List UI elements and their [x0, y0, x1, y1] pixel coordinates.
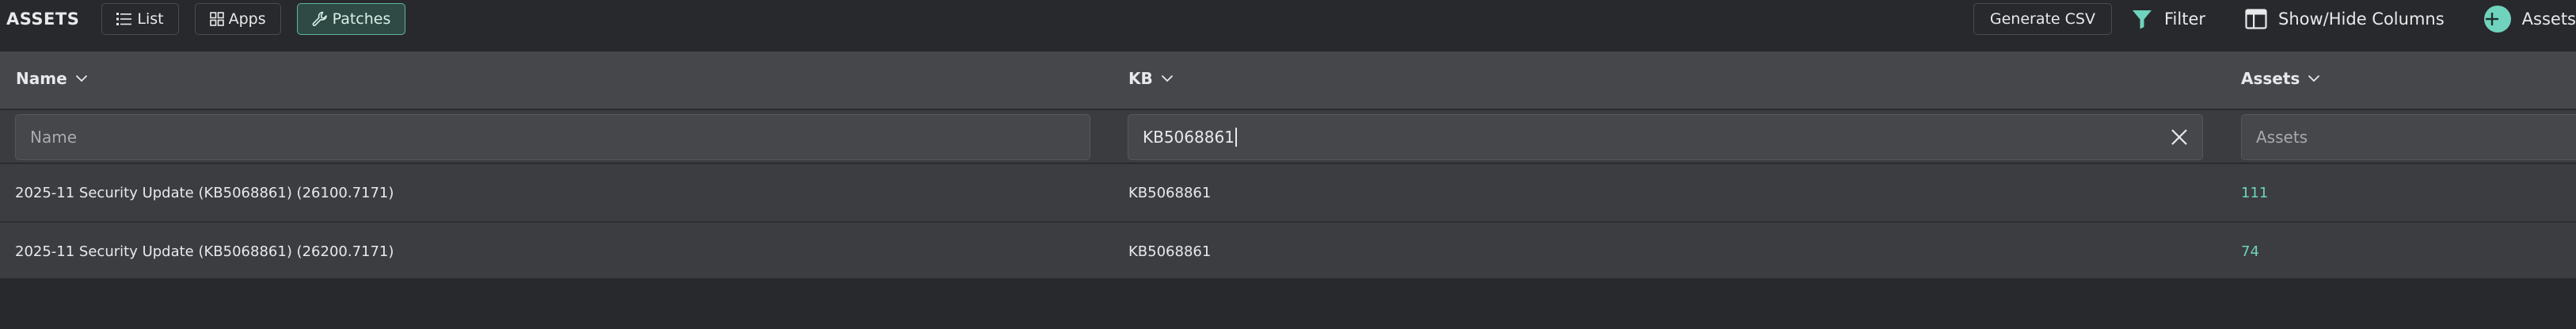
- page-title: ASSETS: [6, 10, 80, 29]
- column-header-name[interactable]: Name: [16, 69, 88, 88]
- toolbar: ASSETS List Apps Patches Generate CSV Fi…: [0, 0, 2576, 38]
- kb-cell: KB5068861: [1128, 185, 1212, 201]
- patch-name-cell: 2025-11 Security Update (KB5068861) (262…: [15, 243, 394, 260]
- patch-name-cell: 2025-11 Security Update (KB5068861) (261…: [15, 185, 394, 201]
- assets-filter-placeholder: Assets: [2256, 128, 2308, 147]
- name-filter-input[interactable]: Name: [15, 114, 1090, 160]
- grid-icon: [209, 12, 224, 26]
- tab-patches-label: Patches: [332, 10, 391, 28]
- filter-button[interactable]: Filter: [2131, 8, 2205, 30]
- assets-count-link[interactable]: 74: [2241, 243, 2259, 260]
- chevron-down-icon: [75, 75, 87, 82]
- show-hide-columns-button[interactable]: Show/Hide Columns: [2245, 9, 2445, 29]
- tab-list-label: List: [137, 10, 164, 28]
- tab-patches[interactable]: Patches: [296, 3, 406, 35]
- right-tools: Generate CSV Filter Show/Hide Columns As…: [1973, 0, 2576, 38]
- filter-row: Name KB5068861 Assets: [0, 109, 2576, 164]
- plus-icon: [2483, 6, 2511, 33]
- column-header-assets-label: Assets: [2241, 69, 2300, 88]
- filter-label: Filter: [2163, 10, 2205, 29]
- table-row[interactable]: 2025-11 Security Update (KB5068861) (262…: [0, 223, 2576, 278]
- add-assets-button[interactable]: Assets: [2483, 6, 2576, 33]
- assets-filter-input[interactable]: Assets: [2241, 114, 2576, 160]
- columns-icon: [2245, 9, 2267, 29]
- column-header-assets[interactable]: Assets: [2241, 69, 2320, 88]
- chevron-down-icon: [1161, 75, 1173, 82]
- tab-apps-label: Apps: [228, 10, 266, 28]
- table-row[interactable]: 2025-11 Security Update (KB5068861) (261…: [0, 164, 2576, 221]
- wrench-icon: [312, 11, 327, 26]
- kb-cell: KB5068861: [1128, 243, 1212, 260]
- assets-count-link[interactable]: 111: [2241, 185, 2268, 201]
- list-icon: [116, 13, 132, 25]
- generate-csv-button[interactable]: Generate CSV: [1973, 3, 2112, 35]
- chevron-down-icon: [2308, 75, 2320, 82]
- column-header-kb-label: KB: [1128, 69, 1153, 88]
- tab-apps[interactable]: Apps: [194, 3, 281, 35]
- grid-header: Name KB Assets: [0, 52, 2576, 109]
- add-assets-label: Assets: [2521, 10, 2576, 29]
- name-filter-placeholder: Name: [30, 128, 78, 147]
- column-header-kb[interactable]: KB: [1128, 69, 1174, 88]
- kb-filter-input[interactable]: KB5068861: [1128, 114, 2203, 160]
- tab-list[interactable]: List: [101, 3, 179, 35]
- filter-icon: [2132, 10, 2152, 29]
- text-caret: [1235, 128, 1237, 147]
- column-header-name-label: Name: [16, 69, 67, 88]
- show-hide-columns-label: Show/Hide Columns: [2278, 10, 2445, 29]
- close-icon[interactable]: [2171, 128, 2188, 146]
- kb-filter-value: KB5068861: [1143, 128, 1235, 147]
